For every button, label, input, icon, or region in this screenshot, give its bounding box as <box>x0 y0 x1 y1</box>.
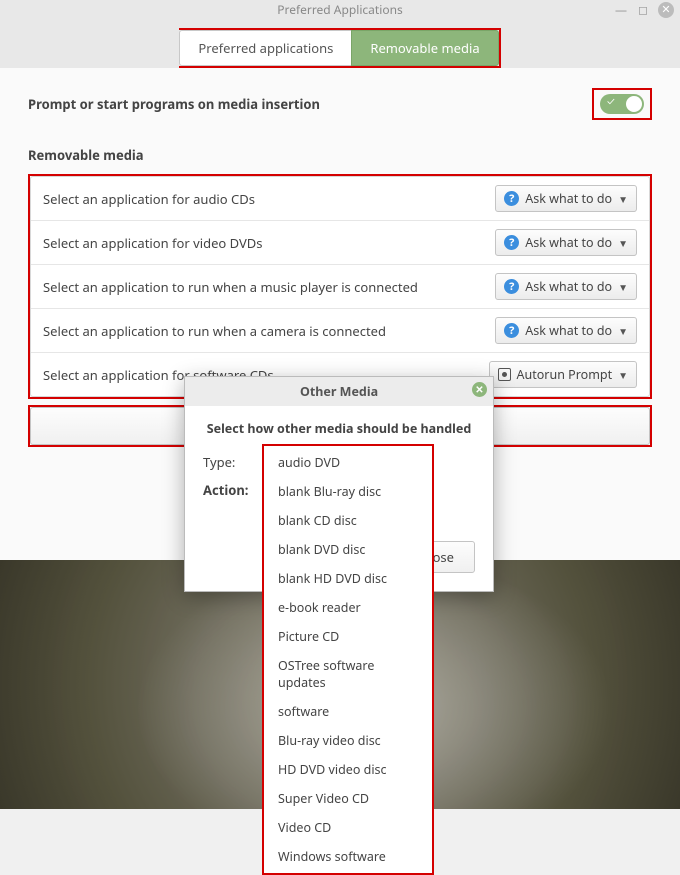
media-table: Select an application for audio CDs ? As… <box>30 176 650 397</box>
chevron-down-icon: ▼ <box>618 324 628 338</box>
table-row: Select an application to run when a came… <box>31 309 649 353</box>
list-item[interactable]: OSTree software updates <box>264 651 432 697</box>
window-controls: ― ◻ ✕ <box>614 2 674 18</box>
type-label: Type: <box>203 453 253 471</box>
question-icon: ? <box>504 279 519 294</box>
section-title: Removable media <box>28 146 652 164</box>
chevron-down-icon: ▼ <box>618 280 628 294</box>
list-item[interactable]: blank CD disc <box>264 506 432 535</box>
window-titlebar: Preferred Applications ― ◻ ✕ <box>0 0 680 20</box>
close-icon[interactable]: ✕ <box>658 2 674 18</box>
list-item[interactable]: e-book reader <box>264 593 432 622</box>
chevron-down-icon: ▼ <box>618 368 628 382</box>
dialog-subtitle: Select how other media should be handled <box>203 420 475 437</box>
action-dropdown-camera[interactable]: ? Ask what to do ▼ <box>495 317 637 344</box>
action-dropdown-video-dvd[interactable]: ? Ask what to do ▼ <box>495 229 637 256</box>
list-item[interactable]: blank HD DVD disc <box>264 564 432 593</box>
toggle-knob <box>626 96 642 112</box>
tab-preferred-applications[interactable]: Preferred applications <box>179 30 351 66</box>
autorun-icon <box>498 368 511 381</box>
list-item[interactable]: software <box>264 697 432 726</box>
dialog-titlebar: Other Media ✕ <box>185 377 493 406</box>
dropdown-value: Ask what to do <box>525 322 612 339</box>
action-dropdown-audio-cd[interactable]: ? Ask what to do ▼ <box>495 185 637 212</box>
dropdown-value: Ask what to do <box>525 190 612 207</box>
action-dropdown-music-player[interactable]: ? Ask what to do ▼ <box>495 273 637 300</box>
list-item[interactable]: Blu-ray video disc <box>264 726 432 755</box>
dialog-title: Other Media <box>300 383 378 400</box>
question-icon: ? <box>504 235 519 250</box>
dropdown-value: Ask what to do <box>525 234 612 251</box>
table-row: Select an application to run when a musi… <box>31 265 649 309</box>
dropdown-value: Ask what to do <box>525 278 612 295</box>
dropdown-value: Autorun Prompt <box>517 366 613 383</box>
tab-removable-media[interactable]: Removable media <box>351 30 498 66</box>
chevron-down-icon: ▼ <box>618 236 628 250</box>
tab-bar: Preferred applications Removable media <box>0 20 680 68</box>
list-item[interactable]: blank Blu-ray disc <box>264 477 432 506</box>
type-dropdown-list[interactable]: audio DVD blank Blu-ray disc blank CD di… <box>262 444 434 875</box>
window-title: Preferred Applications <box>277 1 403 18</box>
question-icon: ? <box>504 323 519 338</box>
list-item[interactable]: Windows software <box>264 842 432 871</box>
action-dropdown-software-cd[interactable]: Autorun Prompt ▼ <box>489 361 637 388</box>
list-item[interactable]: Video CD <box>264 813 432 842</box>
list-item[interactable]: HD DVD video disc <box>264 755 432 784</box>
table-row: Select an application for video DVDs ? A… <box>31 221 649 265</box>
question-icon: ? <box>504 191 519 206</box>
check-icon: ✓ <box>607 94 615 109</box>
list-item[interactable]: blank DVD disc <box>264 535 432 564</box>
table-row: Select an application for audio CDs ? As… <box>31 177 649 221</box>
list-item[interactable]: Picture CD <box>264 622 432 651</box>
row-label: Select an application for audio CDs <box>43 190 255 208</box>
row-label: Select an application to run when a musi… <box>43 278 418 296</box>
minimize-icon[interactable]: ― <box>614 3 628 17</box>
list-item[interactable]: audio DVD <box>264 448 432 477</box>
prompt-label: Prompt or start programs on media insert… <box>28 95 320 113</box>
prompt-toggle[interactable]: ✓ <box>600 94 644 114</box>
chevron-down-icon: ▼ <box>618 192 628 206</box>
action-label: Action: <box>203 481 253 499</box>
dialog-close-icon[interactable]: ✕ <box>472 382 487 397</box>
row-label: Select an application for video DVDs <box>43 234 263 252</box>
row-label: Select an application to run when a came… <box>43 322 386 340</box>
maximize-icon[interactable]: ◻ <box>636 3 650 17</box>
